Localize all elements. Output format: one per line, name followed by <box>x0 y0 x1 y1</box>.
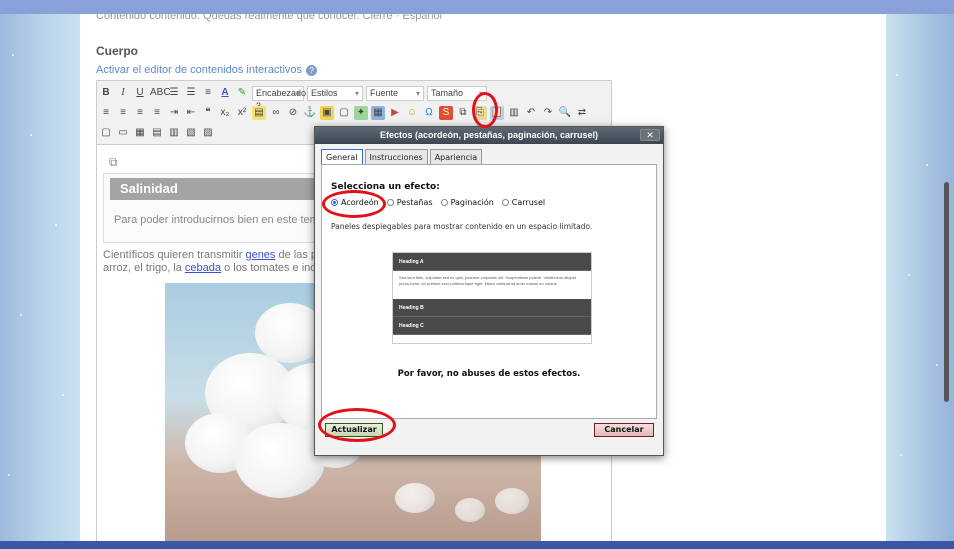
paste-text-icon[interactable]: ▥ <box>507 106 521 120</box>
preview-icon[interactable]: ▭ <box>116 126 130 140</box>
source-icon[interactable]: ▢ <box>99 126 113 140</box>
bold-button[interactable]: B <box>99 86 113 100</box>
table-icon[interactable]: ▦ <box>371 106 385 120</box>
tab-general[interactable]: General <box>321 149 363 165</box>
highlight-icon[interactable]: ✎ <box>235 86 249 100</box>
image-icon[interactable]: ▣ <box>320 106 334 120</box>
help-icon[interactable]: ? <box>306 64 318 76</box>
radio-paginacion[interactable]: Paginación <box>440 198 494 207</box>
radio-empty-icon[interactable] <box>440 199 448 206</box>
align-left-icon[interactable]: ≡ <box>99 106 113 120</box>
italic-button[interactable]: I <box>116 86 130 100</box>
dialog-tabs: General Instrucciones Apariencia <box>321 149 483 165</box>
close-icon[interactable]: ✕ <box>640 129 660 141</box>
window-scrollbar[interactable] <box>944 182 949 402</box>
interactive-editor-link-row[interactable]: Activar el editor de contenidos interact… <box>96 64 318 76</box>
emoticon-icon[interactable]: ☺ <box>405 106 419 120</box>
font-select[interactable]: Fuente <box>366 85 424 101</box>
genes-link[interactable]: genes <box>245 249 275 261</box>
preview-heading-a: Heading A <box>393 253 591 271</box>
tab-instrucciones[interactable]: Instrucciones <box>364 149 428 165</box>
usage-note: Por favor, no abuses de estos efectos. <box>397 369 581 379</box>
dialog-title: Efectos (acordeón, pestañas, paginación,… <box>315 127 663 144</box>
table-cell-icon[interactable]: ▧ <box>184 126 198 140</box>
effects-dialog: Efectos (acordeón, pestañas, paginación,… <box>314 126 664 456</box>
text-color-icon[interactable]: A <box>218 86 232 100</box>
table-col-icon[interactable]: ▥ <box>167 126 181 140</box>
outdent-icon[interactable]: ⇤ <box>184 106 198 120</box>
replace-icon[interactable]: ⇄ <box>575 106 589 120</box>
interactive-editor-link[interactable]: Activar el editor de contenidos interact… <box>96 64 302 76</box>
games-icon[interactable]: ✦ <box>354 106 368 120</box>
table-insert-icon[interactable]: ▦ <box>133 126 147 140</box>
highlight-ring-update <box>318 408 396 442</box>
link-icon[interactable]: ∞ <box>269 106 283 120</box>
preview-heading-b: Heading B <box>393 299 591 317</box>
anchor-icon[interactable]: ⚓ <box>303 106 317 120</box>
radio-empty-icon[interactable] <box>501 199 509 206</box>
effects-placeholder-icon: ⧉ <box>109 155 118 169</box>
media-icon[interactable]: ▢ <box>337 106 351 120</box>
table-row-icon[interactable]: ▤ <box>150 126 164 140</box>
align-right-icon[interactable]: ≡ <box>133 106 147 120</box>
align-center-icon[interactable]: ≡ <box>116 106 130 120</box>
toolbar-row-2: ≡ ≡ ≡ ≡ ⇥ ⇤ ❝ x₂ x² ▤ ∞ ⊘ ⚓ ▣ ▢ ✦ ▦ ▶ ☺ … <box>99 103 589 123</box>
styles-select[interactable]: Estilos <box>307 85 363 101</box>
cebada-link[interactable]: cebada <box>185 262 221 274</box>
table-merge-icon[interactable]: ▨ <box>201 126 215 140</box>
radio-carrusel[interactable]: Carrusel <box>501 198 545 207</box>
accordion-preview: Heading A Sed sem felis, vulputate sed e… <box>392 252 592 344</box>
find-icon[interactable]: 🔍 <box>558 106 572 120</box>
section-title: Cuerpo <box>96 44 138 58</box>
toolbar-row-3: ▢ ▭ ▦ ▤ ▥ ▧ ▨ <box>99 123 215 143</box>
youtube-icon[interactable]: ▶ <box>388 106 402 120</box>
bullet-list-icon[interactable]: ☰ <box>167 86 181 100</box>
unlink-icon[interactable]: ⊘ <box>286 106 300 120</box>
heading-select[interactable]: Encabezado 3 <box>252 85 306 111</box>
radio-empty-icon[interactable] <box>386 199 394 206</box>
strikethrough-icon[interactable]: ABC <box>150 86 171 100</box>
tab-apariencia[interactable]: Apariencia <box>429 149 483 165</box>
cancel-button[interactable]: Cancelar <box>594 423 654 437</box>
template-icon[interactable]: ▤ <box>252 106 266 120</box>
desktop-top-band <box>0 0 954 14</box>
desktop-bottom-band <box>0 541 954 549</box>
numbered-list-icon[interactable]: ☰ <box>184 86 198 100</box>
box-text: Para poder introducirnos bien en este te… <box>114 214 344 226</box>
subscript-icon[interactable]: x₂ <box>218 106 232 120</box>
special-char-icon[interactable]: Ω <box>422 106 436 120</box>
preview-heading-c: Heading C <box>393 317 591 335</box>
highlight-ring-acordeon <box>322 190 386 218</box>
undo-icon[interactable]: ↶ <box>524 106 538 120</box>
content-paragraph: Científicos quieren transmitir genes de … <box>103 249 347 274</box>
blockquote-icon[interactable]: ❝ <box>201 106 215 120</box>
toolbar-row-1: B I U ABC ☰ ☰ ≡ A ✎ Encabezado 3 Estilos… <box>99 83 487 111</box>
underline-button[interactable]: U <box>133 86 147 100</box>
superscript-icon[interactable]: x² <box>235 106 249 120</box>
indent-icon[interactable]: ⇥ <box>167 106 181 120</box>
effects-icon[interactable]: ⧉ <box>456 106 470 120</box>
previous-content-line: Contenido contenido. Quedas realmente qu… <box>96 14 443 22</box>
highlight-ring-effects-icon <box>472 92 498 128</box>
preview-body: Sed sem felis, vulputate sed ex quis, po… <box>393 271 591 299</box>
strike-s-icon[interactable]: S <box>439 106 453 120</box>
redo-icon[interactable]: ↷ <box>541 106 555 120</box>
effect-description: Paneles desplegables para mostrar conten… <box>331 222 593 231</box>
align-icon[interactable]: ≡ <box>201 86 215 100</box>
justify-icon[interactable]: ≡ <box>150 106 164 120</box>
radio-pestanas[interactable]: Pestañas <box>386 198 433 207</box>
desktop-left-wallpaper <box>0 14 80 549</box>
